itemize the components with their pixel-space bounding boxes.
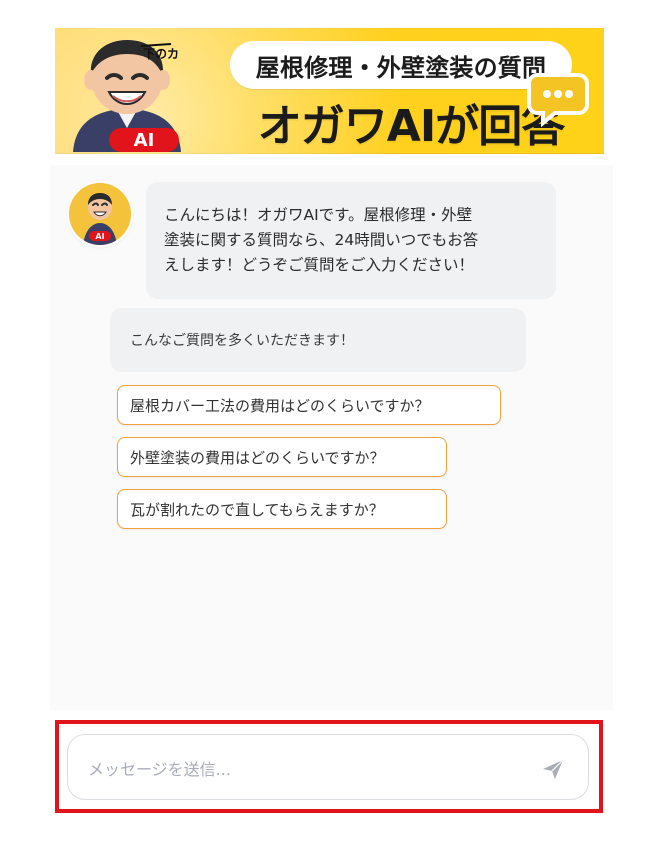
chat-widget: 下のカ AI 屋根修理・外壁塗装の質問 オガワAIが回答 AI こんにちは！オガ… [0, 0, 670, 847]
send-button[interactable] [540, 756, 566, 782]
bot-avatar-badge: AI [95, 232, 104, 241]
banner-title-text: オガワAIが回答 [257, 101, 565, 152]
suggested-question-button[interactable]: 外壁塗装の費用はどのくらいですか？ [117, 437, 447, 477]
banner-subtitle-text: 屋根修理・外壁塗装の質問 [255, 53, 547, 82]
bot-avatar: AI [69, 183, 131, 245]
header-banner: 下のカ AI 屋根修理・外壁塗装の質問 オガワAIが回答 [55, 28, 604, 154]
suggested-questions-heading: こんなご質問を多くいただきます！ [110, 308, 526, 372]
speech-bubble-icon [527, 73, 589, 128]
suggested-question-button[interactable]: 屋根カバー工法の費用はどのくらいですか？ [117, 385, 501, 425]
bot-avatar-icon: AI [69, 183, 131, 245]
smiling-man-illustration-icon: 下のカ AI [73, 40, 181, 152]
banner-subtitle: 屋根修理・外壁塗装の質問 [230, 41, 572, 89]
bot-greeting-message: こんにちは！オガワAIです。屋根修理・外壁 塗装に関する質問なら、24時間いつで… [146, 182, 556, 299]
avatar-caption: 下のカ [143, 47, 179, 61]
ai-badge-text: AI [134, 130, 155, 151]
message-input[interactable] [86, 754, 510, 784]
suggested-question-button[interactable]: 瓦が割れたので直してもらえますか？ [117, 489, 447, 529]
paper-plane-icon [543, 759, 564, 779]
banner-title: オガワAIが回答 [251, 94, 571, 152]
